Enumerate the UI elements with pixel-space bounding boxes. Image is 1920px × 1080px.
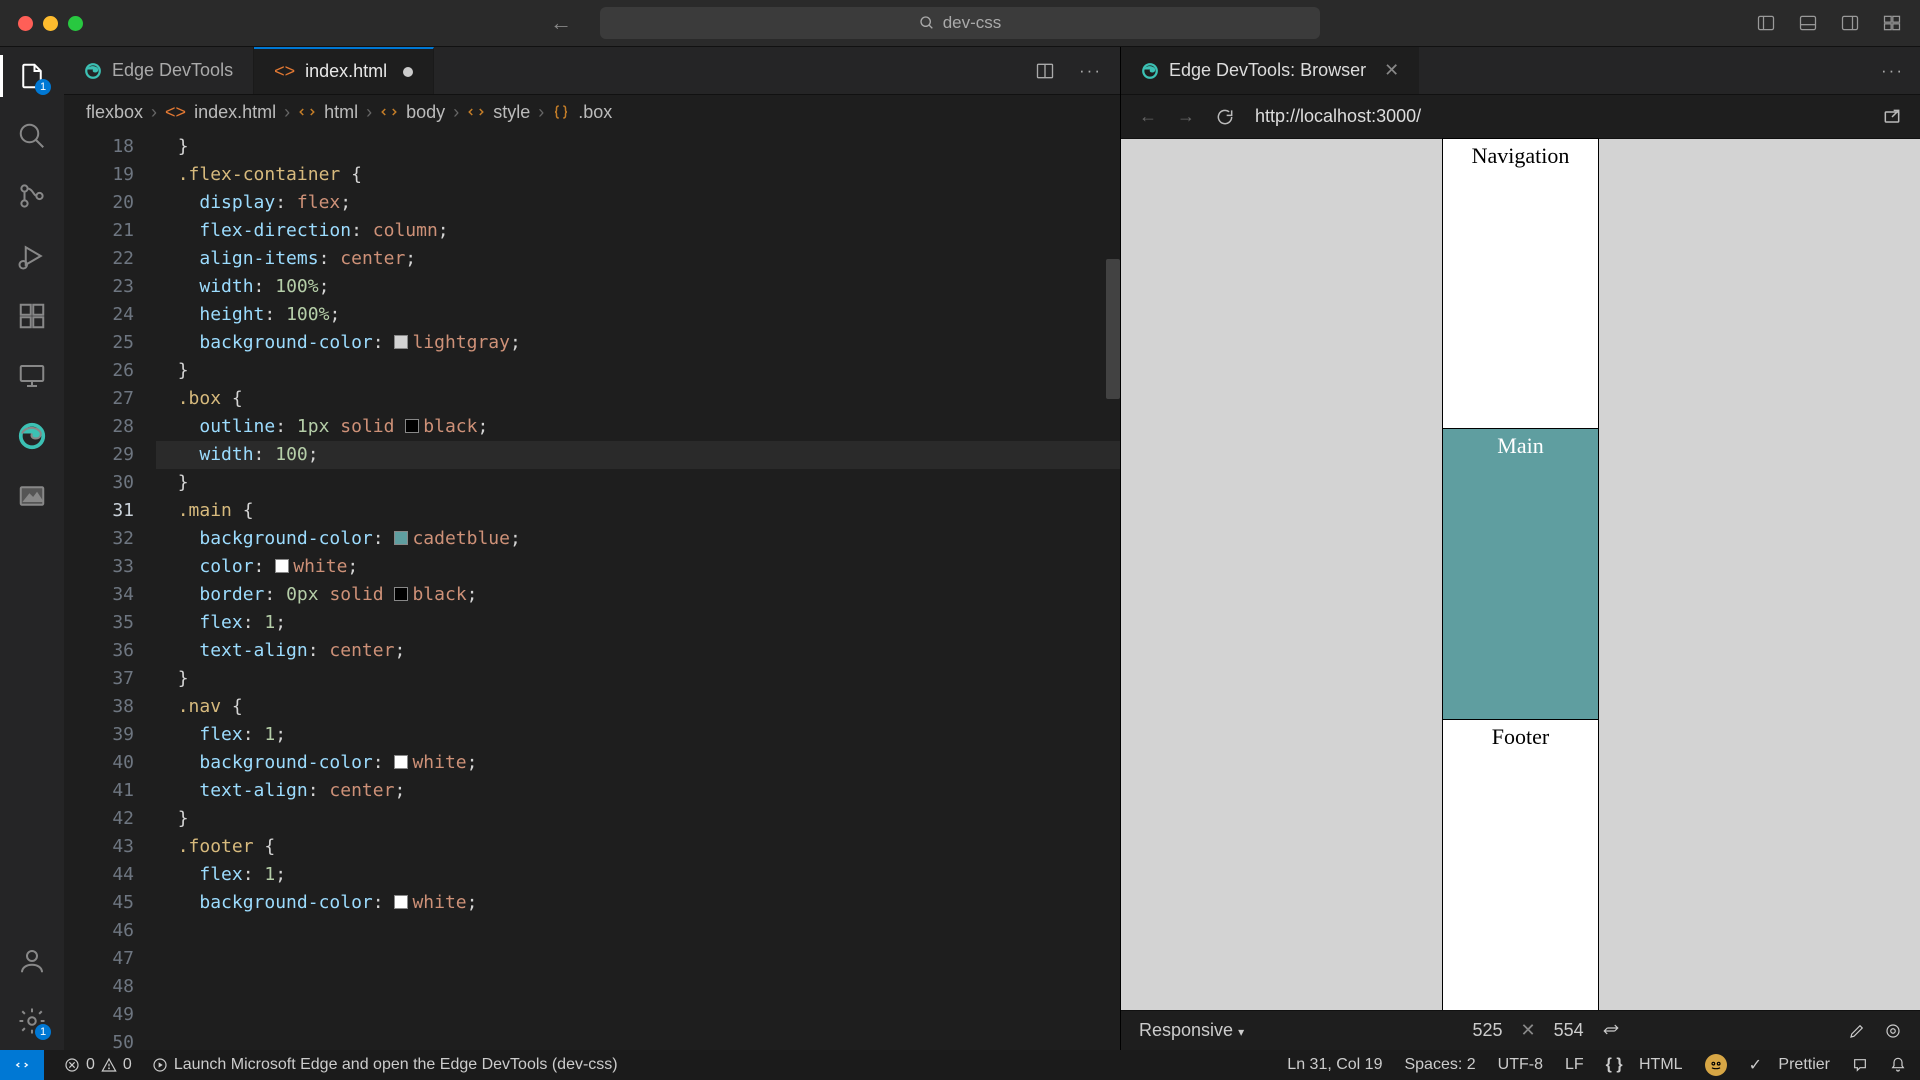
preview-nav: Navigation	[1443, 139, 1598, 429]
notifications-icon[interactable]	[1890, 1057, 1906, 1073]
dimension-x-icon: ✕	[1521, 1020, 1536, 1041]
language-mode[interactable]: { } HTML	[1606, 1056, 1683, 1074]
tag-icon	[298, 103, 316, 121]
breadcrumb-item[interactable]: html	[324, 102, 358, 123]
unsaved-dot-icon	[403, 67, 413, 77]
explorer-icon[interactable]: 1	[15, 59, 49, 93]
status-bar: 0 0 Launch Microsoft Edge and open the E…	[0, 1050, 1920, 1080]
more-actions-icon[interactable]: ···	[1881, 61, 1904, 80]
encoding[interactable]: UTF-8	[1498, 1056, 1543, 1074]
target-icon[interactable]	[1884, 1022, 1902, 1040]
remote-indicator[interactable]	[0, 1050, 44, 1080]
minimize-window[interactable]	[43, 16, 58, 31]
open-external-icon[interactable]	[1882, 107, 1902, 127]
tag-icon	[380, 103, 398, 121]
minimap-scrollbar[interactable]	[1102, 129, 1120, 1050]
activity-bar: 1 1	[0, 47, 64, 1050]
split-editor-icon[interactable]	[1035, 61, 1055, 81]
breadcrumb-item[interactable]: style	[493, 102, 530, 123]
search-icon	[919, 15, 935, 31]
swap-dimensions-icon[interactable]	[1602, 1022, 1620, 1040]
browser-toolbar: ← → http://localhost:3000/	[1121, 95, 1920, 139]
tag-icon	[467, 103, 485, 121]
tab-index-html[interactable]: <> index.html	[254, 47, 434, 94]
devtools-statusbar: Responsive ▾ 525 ✕ 554	[1121, 1010, 1920, 1050]
close-tab-icon[interactable]: ✕	[1384, 60, 1399, 81]
line-gutter: 1819202122232425262728293031323334353637…	[64, 129, 156, 1050]
settings-badge: 1	[35, 1024, 51, 1040]
code-editor[interactable]: 1819202122232425262728293031323334353637…	[64, 129, 1120, 1050]
devtools-tab-label: Edge DevTools: Browser	[1169, 60, 1366, 81]
page-preview[interactable]: Navigation Main Footer	[1121, 139, 1920, 1010]
panel-right-icon[interactable]	[1840, 13, 1860, 33]
close-window[interactable]	[18, 16, 33, 31]
tab-edge-devtools[interactable]: Edge DevTools	[64, 47, 254, 94]
breadcrumb-item[interactable]: .box	[578, 102, 612, 123]
window-controls	[18, 16, 83, 31]
image-preview-icon[interactable]	[15, 479, 49, 513]
url-bar[interactable]: http://localhost:3000/	[1255, 106, 1421, 127]
search-view-icon[interactable]	[15, 119, 49, 153]
layout-grid-icon[interactable]	[1882, 13, 1902, 33]
tab-label: Edge DevTools	[112, 60, 233, 81]
devtools-panel: Edge DevTools: Browser ✕ ··· ← → http://…	[1120, 47, 1920, 1050]
remote-explorer-icon[interactable]	[15, 359, 49, 393]
feedback-icon[interactable]	[1852, 1057, 1868, 1073]
extensions-icon[interactable]	[15, 299, 49, 333]
more-actions-icon[interactable]: ···	[1079, 61, 1102, 81]
explorer-badge: 1	[35, 79, 51, 95]
maximize-window[interactable]	[68, 16, 83, 31]
copilot-icon[interactable]	[1705, 1054, 1727, 1076]
edge-tools-icon[interactable]	[15, 419, 49, 453]
nav-back[interactable]: ←	[550, 10, 572, 36]
problems-indicator[interactable]: 0 0	[64, 1056, 132, 1074]
eol[interactable]: LF	[1565, 1056, 1584, 1074]
settings-gear-icon[interactable]: 1	[15, 1004, 49, 1038]
viewport-height[interactable]: 554	[1554, 1020, 1584, 1041]
devtools-browser-tab[interactable]: Edge DevTools: Browser ✕	[1121, 47, 1419, 94]
html-file-icon: <>	[274, 61, 295, 82]
tab-label: index.html	[305, 61, 387, 82]
panel-bottom-icon[interactable]	[1798, 13, 1818, 33]
source-control-icon[interactable]	[15, 179, 49, 213]
brace-icon	[552, 103, 570, 121]
preview-footer: Footer	[1443, 720, 1598, 1010]
editor-tabs: Edge DevTools <> index.html ···	[64, 47, 1120, 95]
browser-back-icon[interactable]: ←	[1139, 106, 1157, 127]
breadcrumb[interactable]: flexbox› <> index.html› html› body› styl…	[64, 95, 1120, 129]
html-file-icon: <>	[165, 102, 186, 123]
breadcrumb-item[interactable]: flexbox	[86, 102, 143, 123]
responsive-dropdown[interactable]: Responsive ▾	[1139, 1020, 1244, 1041]
preview-main: Main	[1443, 429, 1598, 719]
indentation[interactable]: Spaces: 2	[1404, 1056, 1475, 1074]
viewport-width[interactable]: 525	[1472, 1020, 1502, 1041]
reload-icon[interactable]	[1215, 107, 1235, 127]
command-center[interactable]: dev-css	[600, 7, 1320, 39]
launch-task[interactable]: Launch Microsoft Edge and open the Edge …	[152, 1056, 618, 1074]
breadcrumb-item[interactable]: index.html	[194, 102, 276, 123]
browser-forward-icon[interactable]: →	[1177, 106, 1195, 127]
code-content[interactable]: } .flex-container { display: flex; flex-…	[156, 129, 1120, 1050]
prettier-status[interactable]: ✓ Prettier	[1749, 1055, 1830, 1075]
cursor-position[interactable]: Ln 31, Col 19	[1287, 1056, 1382, 1074]
editor-group: Edge DevTools <> index.html ··· flexbox›…	[64, 47, 1120, 1050]
panel-left-icon[interactable]	[1756, 13, 1776, 33]
edit-icon[interactable]	[1848, 1022, 1866, 1040]
breadcrumb-item[interactable]: body	[406, 102, 445, 123]
search-text: dev-css	[943, 13, 1002, 33]
run-debug-icon[interactable]	[15, 239, 49, 273]
titlebar: ← → dev-css	[0, 0, 1920, 47]
accounts-icon[interactable]	[15, 944, 49, 978]
